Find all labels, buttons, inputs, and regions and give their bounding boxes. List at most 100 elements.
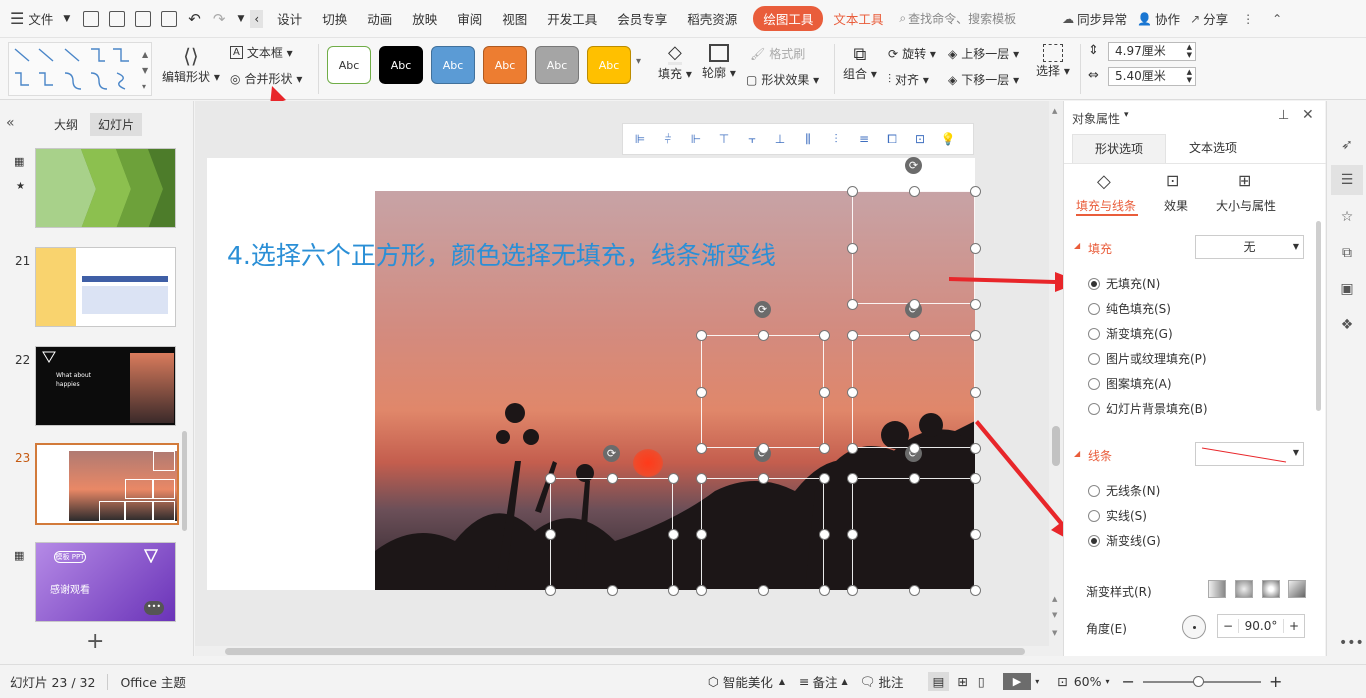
radio-picture-fill[interactable]: 图片或纹理填充(P) [1088,350,1207,367]
resize-handle[interactable] [696,529,707,540]
resize-handle[interactable] [908,473,920,484]
collab-button[interactable]: 协作 [1152,9,1190,28]
size-icon[interactable]: ⊞ [1238,171,1251,190]
more-icon[interactable]: ••• [1339,635,1364,651]
undo-icon[interactable]: ↶ [188,10,201,28]
resize-handle[interactable] [847,299,858,310]
redo-icon[interactable]: ↷ [213,10,226,28]
resize-handle[interactable] [847,330,858,341]
rotate-handle-icon[interactable]: ⟳ [754,301,771,318]
distribute-vertical-icon[interactable]: ⫶ [825,132,847,147]
fit-window-icon[interactable]: ⊡ [1057,674,1067,689]
print-icon[interactable] [135,10,152,27]
sync-status[interactable]: 同步异常 [1074,9,1137,28]
resize-handle[interactable] [606,473,618,484]
comments-button[interactable]: 批注 [879,672,904,691]
image-icon[interactable]: ▣ [1339,281,1355,297]
resize-handle[interactable] [668,529,679,540]
line-shapes-gallery[interactable]: ▲ ▼ ▾ [8,42,152,96]
minus-icon[interactable]: − [1218,619,1238,633]
gradient-style-linear[interactable] [1208,580,1226,598]
menu-icon[interactable]: ☰ [10,9,24,28]
tab-design[interactable]: 设计 [267,9,312,28]
align-top-icon[interactable]: ⊤ [713,132,735,146]
slide-thumbnail-24[interactable]: 模板 PPT 感谢观看 ••• [35,542,176,622]
star-effect-icon[interactable]: ☆ [1339,209,1355,225]
chevron-down-icon[interactable]: ▾ [1124,110,1129,120]
fill-section-title[interactable]: 填充 [1088,240,1112,257]
align-left-icon[interactable]: ⊫ [629,132,651,146]
resize-handle[interactable] [696,386,707,398]
resize-handle[interactable] [668,585,679,596]
canvas-scrollbar-horizontal[interactable] [195,646,1049,656]
distribute-horizontal-icon[interactable]: ⫼ [797,132,819,147]
zoom-slider-thumb[interactable] [1192,675,1204,687]
align-middle-icon[interactable]: ⫟ [741,132,763,147]
reading-view-icon[interactable]: ▯ [978,674,985,689]
select-button[interactable]: 选择 ▾ [1036,44,1070,79]
smart-tip-icon[interactable]: 💡 [937,132,959,146]
fill-dropdown[interactable]: 无 ▼ [1195,235,1304,259]
pane-title[interactable]: 对象属性 [1072,110,1120,127]
fill-button[interactable]: ◇ 填充 ▾ [658,44,692,82]
tab-slides[interactable]: 幻灯片 [90,113,143,136]
resize-handle[interactable] [847,585,858,596]
close-icon[interactable]: ✕ [1302,107,1314,123]
radio-background-fill[interactable]: 幻灯片背景填充(B) [1088,400,1208,417]
fill-section-collapse-icon[interactable]: ◢ [1074,241,1080,250]
resize-handle[interactable] [847,186,858,197]
gradient-style-radial[interactable] [1235,580,1253,598]
export-pdf-icon[interactable] [109,10,126,27]
resize-handle[interactable] [696,443,707,454]
height-input[interactable]: 4.97厘米 ▲ ▼ [1108,42,1196,61]
animation-icon[interactable]: ➶ [1339,137,1355,153]
line-section-title[interactable]: 线条 [1088,447,1112,464]
styles-more-button[interactable]: ▾ [636,56,641,67]
rotate-handle-icon[interactable]: ⟳ [603,445,620,462]
resize-handle[interactable] [908,299,920,310]
resize-handle[interactable] [819,529,830,540]
sub-tab-fill-line[interactable]: 填充与线条 [1076,197,1136,214]
gradient-style-rect[interactable] [1262,580,1280,598]
zoom-slider[interactable] [1142,675,1261,687]
tab-transition[interactable]: 切换 [312,9,357,28]
share-button[interactable]: 分享 [1200,9,1238,28]
resize-handle[interactable] [545,529,556,540]
normal-view-icon[interactable]: ▤ [927,672,950,691]
resize-handle[interactable] [908,330,920,341]
angle-dial[interactable] [1182,615,1206,639]
outline-button[interactable]: 轮廓 ▾ [702,44,736,81]
radio-pattern-fill[interactable]: 图案填充(A) [1088,375,1172,392]
gradient-style-path[interactable] [1288,580,1306,598]
resize-handle[interactable] [696,585,707,596]
resize-handle[interactable] [970,186,981,197]
tab-outline[interactable]: 大纲 [54,116,78,133]
effect-icon[interactable]: ⊡ [1166,171,1179,190]
shape-style-2[interactable]: Abc [379,46,423,84]
resize-handle[interactable] [908,186,920,197]
resize-handle[interactable] [606,585,618,596]
canvas-align-icon[interactable]: ⊡ [909,132,931,146]
slide-thumbnail-21[interactable] [35,247,176,327]
resize-handle[interactable] [545,585,556,596]
shape-style-4[interactable]: Abc [483,46,527,84]
tab-shape-options[interactable]: 形状选项 [1072,134,1166,164]
slide-thumbnail-20[interactable] [35,148,176,228]
chevron-down-icon[interactable]: ▼ [63,14,70,24]
panel-scrollbar[interactable] [182,431,187,531]
align-center-icon[interactable]: ⫩ [657,132,679,147]
resize-handle[interactable] [757,585,769,596]
pin-icon[interactable]: ⊥ [1278,108,1289,123]
rotate-button[interactable]: ⟳ 旋转 ▾ [888,45,936,62]
tab-text-options[interactable]: 文本选项 [1166,134,1260,164]
resize-handle[interactable] [819,330,830,341]
resize-handle[interactable] [668,473,679,484]
smart-beautify-button[interactable]: 智能美化 [723,672,773,691]
notes-button[interactable]: 备注 [813,672,838,691]
resize-handle[interactable] [819,443,830,454]
radio-solid-fill[interactable]: 纯色填充(S) [1088,300,1171,317]
sub-tab-size[interactable]: 大小与属性 [1216,197,1276,214]
fit-slide-icon[interactable]: ⧠ [881,132,903,147]
resize-handle[interactable] [819,585,830,596]
align-right-icon[interactable]: ⊩ [685,132,707,146]
